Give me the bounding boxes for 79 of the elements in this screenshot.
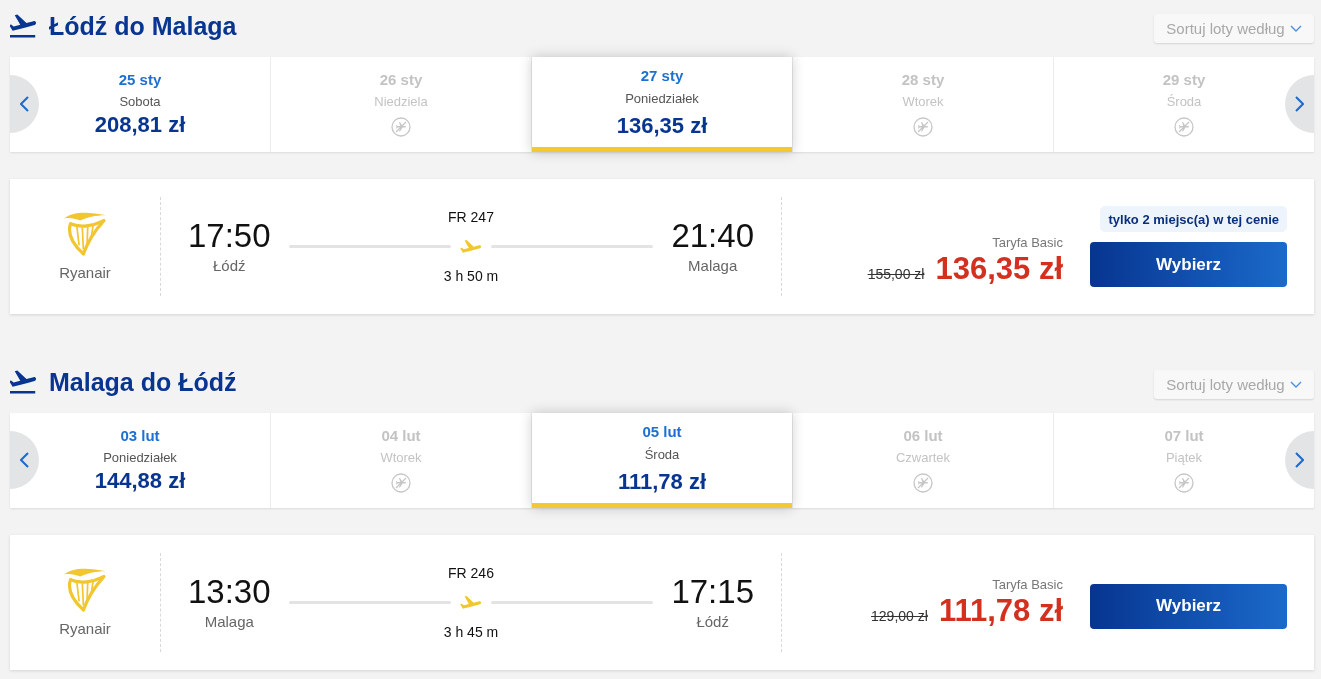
date-tab[interactable]: 28 sty Wtorek xyxy=(793,57,1053,152)
chevron-right-icon xyxy=(1295,96,1304,112)
plane-takeoff-icon xyxy=(10,14,36,38)
date-tab[interactable]: 25 sty Sobota 208,81 zł xyxy=(10,57,270,152)
date-price: 111,78 zł xyxy=(617,469,707,495)
no-flights-icon xyxy=(913,117,933,137)
old-price: 129,00 zł xyxy=(871,607,928,624)
fare-price: 136,35 zł xyxy=(935,251,1063,287)
date-tab[interactable]: 03 lut Poniedziałek 144,88 zł xyxy=(10,413,270,508)
weekday-label: Niedziela xyxy=(374,93,428,110)
plane-icon xyxy=(458,595,484,610)
flight-number: FR 247 xyxy=(448,208,494,226)
date-label: 25 sty xyxy=(118,71,162,89)
weekday-label: Wtorek xyxy=(380,449,422,466)
weekday-label: Sobota xyxy=(119,93,161,110)
date-tab[interactable]: 27 sty Poniedziałek 136,35 zł xyxy=(532,57,792,152)
fare-price: 111,78 zł xyxy=(938,592,1063,629)
date-price: 144,88 zł xyxy=(94,468,186,494)
harp-logo-icon xyxy=(63,211,107,256)
sort-dropdown[interactable]: Sortuj loty według xyxy=(1154,14,1314,43)
flight-duration: 3 h 50 m xyxy=(443,267,499,285)
no-flights-icon xyxy=(391,473,411,493)
date-label: 29 sty xyxy=(1162,71,1206,89)
fare-name: Taryfa Basic xyxy=(992,576,1063,593)
date-label: 27 sty xyxy=(640,67,684,85)
date-label: 04 lut xyxy=(381,427,421,445)
airline-name: Ryanair xyxy=(59,263,111,282)
airline-name: Ryanair xyxy=(59,619,111,638)
sort-dropdown[interactable]: Sortuj loty według xyxy=(1154,370,1314,399)
date-price: 208,81 zł xyxy=(94,112,186,138)
date-label: 28 sty xyxy=(901,71,945,89)
weekday-label: Poniedziałek xyxy=(625,90,699,107)
date-tab[interactable]: 05 lut Środa 111,78 zł xyxy=(532,413,792,508)
weekday-label: Czwartek xyxy=(895,449,951,466)
arrival-city: Łódź xyxy=(696,613,729,631)
plane-takeoff-icon xyxy=(10,370,36,394)
no-flights-icon xyxy=(913,473,933,493)
old-price: 155,00 zł xyxy=(867,266,925,282)
chevron-down-icon xyxy=(1289,381,1302,388)
departure-time: 13:30 xyxy=(188,574,271,610)
date-tab[interactable]: 07 lut Piątek xyxy=(1054,413,1314,508)
flight-number: FR 246 xyxy=(448,564,494,582)
arrival-city: Malaga xyxy=(688,257,738,275)
date-label: 26 sty xyxy=(379,71,423,89)
section-title: Malaga do Łódź xyxy=(49,367,237,397)
date-tab[interactable]: 04 lut Wtorek xyxy=(271,413,531,508)
harp-logo-icon xyxy=(63,567,107,612)
date-label: 07 lut xyxy=(1164,427,1204,445)
weekday-label: Wtorek xyxy=(902,93,944,110)
chevron-down-icon xyxy=(1289,25,1302,32)
seats-left-badge: tylko 2 miejsc(a) w tej cenie xyxy=(1100,206,1287,232)
plane-icon xyxy=(458,239,484,254)
departure-city: Łódź xyxy=(213,257,246,275)
weekday-label: Poniedziałek xyxy=(103,449,177,466)
select-button[interactable]: Wybierz xyxy=(1090,583,1287,629)
arrival-time: 21:40 xyxy=(671,218,754,254)
flight-duration: 3 h 45 m xyxy=(443,623,499,641)
date-label: 03 lut xyxy=(120,427,160,445)
chevron-left-icon xyxy=(20,96,29,112)
date-tab[interactable]: 26 sty Niedziela xyxy=(271,57,531,152)
date-tab[interactable]: 29 sty Środa xyxy=(1054,57,1314,152)
date-tab[interactable]: 06 lut Czwartek xyxy=(793,413,1053,508)
arrival-time: 17:15 xyxy=(671,574,754,610)
departure-city: Malaga xyxy=(204,613,254,631)
no-flights-icon xyxy=(1174,473,1194,493)
no-flights-icon xyxy=(391,117,411,137)
section-title: Łódź do Malaga xyxy=(49,11,237,41)
weekday-label: Środa xyxy=(1166,93,1202,110)
select-button[interactable]: Wybierz xyxy=(1090,242,1287,287)
weekday-label: Środa xyxy=(644,446,680,463)
date-label: 05 lut xyxy=(642,423,682,441)
chevron-left-icon xyxy=(20,452,29,468)
weekday-label: Piątek xyxy=(1165,449,1203,466)
departure-time: 17:50 xyxy=(188,218,271,254)
chevron-right-icon xyxy=(1295,452,1304,468)
date-label: 06 lut xyxy=(903,427,943,445)
fare-name: Taryfa Basic xyxy=(992,235,1063,251)
date-price: 136,35 zł xyxy=(616,113,708,139)
no-flights-icon xyxy=(1174,117,1194,137)
